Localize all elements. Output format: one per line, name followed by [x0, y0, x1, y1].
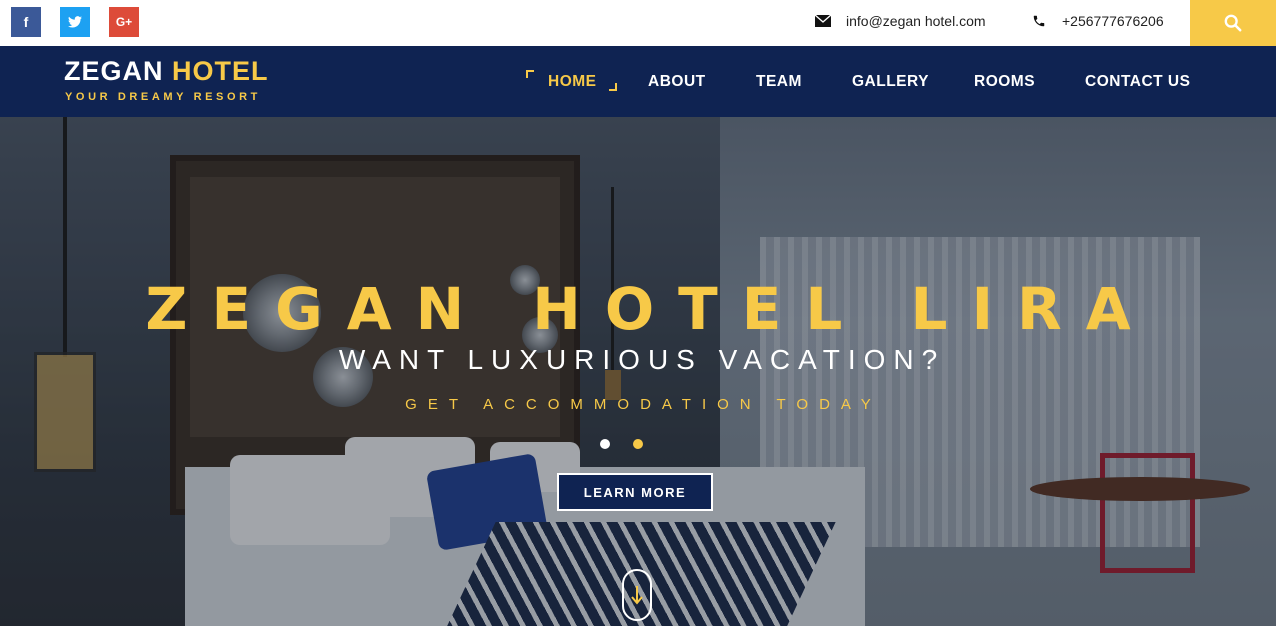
envelope-icon: [815, 13, 831, 29]
learn-more-button[interactable]: LEARN MORE: [557, 473, 713, 511]
nav-contact-us[interactable]: CONTACT US: [1085, 46, 1190, 117]
email-text: info@zegan hotel.com: [846, 13, 986, 29]
active-bracket-top-left: [526, 70, 534, 78]
logo-main-text: ZEGAN: [64, 56, 164, 86]
google-plus-icon: G+: [115, 15, 133, 29]
hero-tagline: GET ACCOMMODATION TODAY: [405, 396, 882, 413]
nav-gallery[interactable]: GALLERY: [852, 46, 929, 117]
logo[interactable]: ZEGAN HOTEL: [64, 56, 269, 87]
logo-tagline: YOUR DREAMY RESORT: [65, 91, 261, 103]
hero-subtitle: WANT LUXURIOUS VACATION?: [338, 344, 946, 375]
scroll-down-button[interactable]: [622, 569, 652, 621]
facebook-icon: f: [23, 14, 29, 30]
nav-about[interactable]: ABOUT: [648, 46, 706, 117]
google-plus-link[interactable]: G+: [109, 7, 139, 37]
nav-team[interactable]: TEAM: [756, 46, 802, 117]
nav-home[interactable]: HOME: [548, 46, 597, 117]
top-bar: f G+ info@zegan hotel.com +256777676206: [0, 0, 1276, 46]
email-contact[interactable]: info@zegan hotel.com: [815, 13, 986, 29]
twitter-link[interactable]: [60, 7, 90, 37]
main-navbar: ZEGAN HOTEL YOUR DREAMY RESORT HOME ABOU…: [0, 46, 1276, 117]
facebook-link[interactable]: f: [11, 7, 41, 37]
phone-contact[interactable]: +256777676206: [1031, 13, 1164, 29]
slider-dot-1[interactable]: [600, 439, 610, 449]
logo-accent-text: HOTEL: [172, 56, 269, 86]
twitter-icon: [68, 16, 82, 28]
active-bracket-bottom-right: [609, 83, 617, 91]
nav-rooms[interactable]: ROOMS: [974, 46, 1035, 117]
arrow-down-icon: [631, 586, 643, 605]
search-button[interactable]: [1190, 0, 1276, 46]
search-icon: [1224, 14, 1242, 32]
phone-text: +256777676206: [1062, 13, 1164, 29]
hero-slider: ZEGAN HOTEL LIRA WANT LUXURIOUS VACATION…: [0, 117, 1276, 626]
slider-dot-2[interactable]: [633, 439, 643, 449]
hero-title: ZEGAN HOTEL LIRA: [145, 275, 1155, 343]
phone-icon: [1031, 13, 1047, 29]
